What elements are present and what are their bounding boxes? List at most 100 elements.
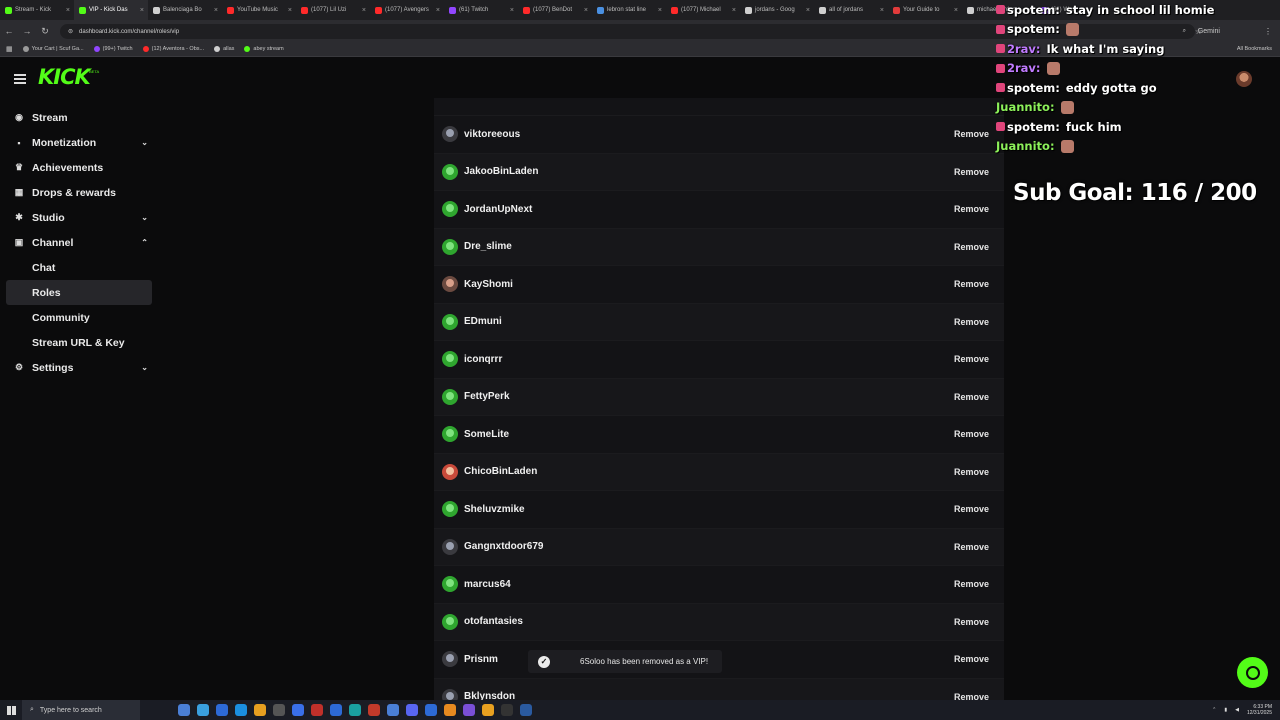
tab-close-icon[interactable]: × <box>806 7 810 14</box>
tab-close-icon[interactable]: × <box>584 7 588 14</box>
app-icon[interactable] <box>330 704 342 716</box>
browser-tab[interactable]: YouTube Music × <box>222 0 296 20</box>
bookmark-item[interactable]: allas <box>214 46 234 52</box>
sidebar-subitem-chat[interactable]: Chat <box>6 255 152 280</box>
tab-close-icon[interactable]: × <box>510 7 514 14</box>
discord-icon[interactable] <box>406 704 418 716</box>
remove-button[interactable]: Remove <box>954 467 989 477</box>
remove-button[interactable]: Remove <box>954 279 989 289</box>
remove-button[interactable]: Remove <box>954 654 989 664</box>
chevron-down-icon[interactable]: ⌄ <box>141 363 148 372</box>
back-icon[interactable]: ← <box>0 26 18 36</box>
bookmark-item[interactable]: Your Cart | Scuf Ga... <box>22 46 84 52</box>
sidebar-item-settings[interactable]: ⚙ Settings ⌄ <box>6 355 152 380</box>
remove-button[interactable]: Remove <box>954 504 989 514</box>
tab-close-icon[interactable]: × <box>214 7 218 14</box>
remove-button[interactable]: Remove <box>954 392 989 402</box>
browser-tab[interactable]: (1077) Michael × <box>666 0 740 20</box>
remove-button[interactable]: Remove <box>954 354 989 364</box>
tab-close-icon[interactable]: × <box>732 7 736 14</box>
browser-tab[interactable]: (1077) Avengers × <box>370 0 444 20</box>
network-icon[interactable]: ▮ <box>1224 707 1227 713</box>
app-icon[interactable] <box>197 704 209 716</box>
remove-button[interactable]: Remove <box>954 579 989 589</box>
browser-tab[interactable]: Your Guide to × <box>888 0 962 20</box>
username[interactable]: EDmuni <box>464 316 502 327</box>
sidebar-subitem-community[interactable]: Community <box>6 305 152 330</box>
remove-button[interactable]: Remove <box>954 542 989 552</box>
remove-button[interactable]: Remove <box>954 242 989 252</box>
username[interactable]: marcus64 <box>464 579 511 590</box>
tab-close-icon[interactable]: × <box>954 7 958 14</box>
username[interactable]: KayShomi <box>464 279 513 290</box>
sidebar-item-monetization[interactable]: ▪ Monetization ⌄ <box>6 130 152 155</box>
taskbar-search[interactable]: ⌕ Type here to search <box>22 700 140 720</box>
sidebar-item-channel[interactable]: ▣ Channel ⌃ <box>6 230 152 255</box>
remove-button[interactable]: Remove <box>954 429 989 439</box>
remove-button[interactable]: Remove <box>954 317 989 327</box>
tab-close-icon[interactable]: × <box>362 7 366 14</box>
hamburger-menu-icon[interactable] <box>14 74 26 84</box>
bookmark-item[interactable]: abey stream <box>244 46 284 52</box>
app-icon[interactable] <box>311 704 323 716</box>
chevron-up-icon[interactable]: ⌃ <box>1212 707 1216 713</box>
username[interactable]: Bklynsdon <box>464 691 515 700</box>
volume-icon[interactable]: ◀ <box>1235 707 1239 713</box>
username[interactable]: SomeLite <box>464 429 509 440</box>
sidebar-item-drops-rewards[interactable]: ▦ Drops & rewards <box>6 180 152 205</box>
browser-tab[interactable]: (61) Twitch × <box>444 0 518 20</box>
app-icon[interactable] <box>444 704 456 716</box>
app-icon[interactable] <box>425 704 437 716</box>
clock[interactable]: 6:33 PM 12/31/2025 <box>1247 704 1272 716</box>
sidebar-subitem-roles[interactable]: Roles <box>6 280 152 305</box>
forward-icon[interactable]: → <box>18 26 36 36</box>
chevron-down-icon[interactable]: ⌄ <box>141 213 148 222</box>
app-icon[interactable] <box>387 704 399 716</box>
remove-button[interactable]: Remove <box>954 129 989 139</box>
username[interactable]: JordanUpNext <box>464 204 532 215</box>
sidebar-item-achievements[interactable]: ♛ Achievements <box>6 155 152 180</box>
app-icon[interactable] <box>292 704 304 716</box>
bookmark-item[interactable]: (99+) Twitch <box>93 46 133 52</box>
username[interactable]: viktoreeous <box>464 129 520 140</box>
tab-close-icon[interactable]: × <box>140 7 144 14</box>
edge-icon[interactable] <box>349 704 361 716</box>
help-chat-button[interactable] <box>1237 657 1268 688</box>
chrome-icon[interactable] <box>482 704 494 716</box>
username[interactable]: otofantasies <box>464 616 523 627</box>
username[interactable]: Sheluvzmike <box>464 504 525 515</box>
sidebar-item-stream[interactable]: ◉ Stream <box>6 105 152 130</box>
remove-button[interactable]: Remove <box>954 167 989 177</box>
sidebar-subitem-stream-url-key[interactable]: Stream URL & Key <box>6 330 152 355</box>
tab-close-icon[interactable]: × <box>288 7 292 14</box>
bookmark-item[interactable]: (12) Aventora - Obs... <box>142 46 204 52</box>
kick-logo[interactable]: KICK <box>38 65 91 89</box>
app-icon[interactable] <box>216 704 228 716</box>
chevron-up-icon[interactable]: ⌃ <box>141 238 148 247</box>
app-icon[interactable] <box>501 704 513 716</box>
username[interactable]: Gangnxtdoor679 <box>464 541 543 552</box>
chevron-down-icon[interactable]: ⌄ <box>141 138 148 147</box>
windows-start-icon[interactable] <box>0 700 22 720</box>
browser-tab[interactable]: (1077) Lil Uzi × <box>296 0 370 20</box>
browser-tab[interactable]: lebron stat line × <box>592 0 666 20</box>
remove-button[interactable]: Remove <box>954 617 989 627</box>
username[interactable]: Dre_slime <box>464 241 512 252</box>
browser-tab[interactable]: (1077) BenDot × <box>518 0 592 20</box>
tab-close-icon[interactable]: × <box>658 7 662 14</box>
site-info-icon[interactable]: ⊜ <box>68 28 73 35</box>
tab-close-icon[interactable]: × <box>436 7 440 14</box>
username[interactable]: Prisnm <box>464 654 498 665</box>
apps-grid-icon[interactable]: ▦ <box>6 45 13 53</box>
remove-button[interactable]: Remove <box>954 692 989 700</box>
username[interactable]: iconqrrr <box>464 354 502 365</box>
browser-tab[interactable]: VIP - Kick Das × <box>74 0 148 20</box>
app-icon[interactable] <box>463 704 475 716</box>
browser-tab[interactable]: Balenciaga Bo × <box>148 0 222 20</box>
tab-close-icon[interactable]: × <box>66 7 70 14</box>
browser-tab[interactable]: all of jordans × <box>814 0 888 20</box>
sidebar-item-studio[interactable]: ✱ Studio ⌄ <box>6 205 152 230</box>
username[interactable]: FettyPerk <box>464 391 510 402</box>
browser-tab[interactable]: Stream - Kick × <box>0 0 74 20</box>
browser-tab[interactable]: jordans - Goog × <box>740 0 814 20</box>
